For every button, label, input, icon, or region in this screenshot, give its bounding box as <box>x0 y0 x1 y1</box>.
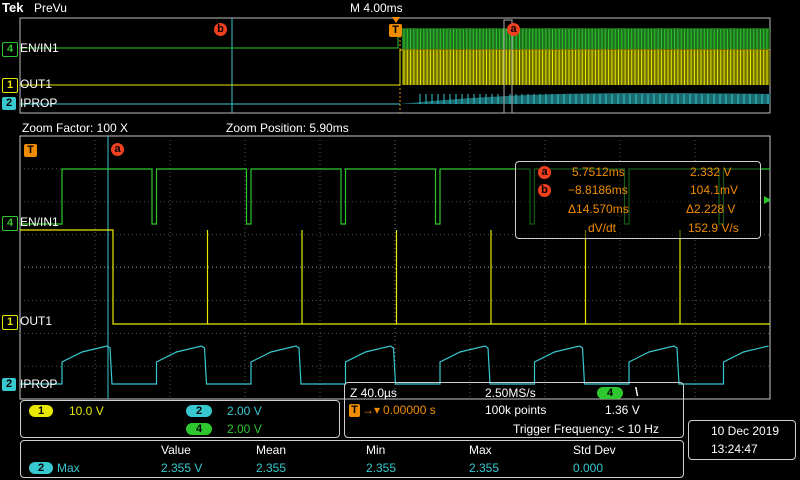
cursor-a-value: 2.332 V <box>690 165 732 179</box>
ch4-label: EN/IN1 <box>20 215 59 229</box>
meas-min: 2.355 <box>366 461 397 475</box>
meas-mean: 2.355 <box>256 461 287 475</box>
scale-ch1-badge: 1 <box>29 405 53 417</box>
cursor-b-value: 104.1mV <box>690 183 739 197</box>
zoom-timescale: Z 40.0µs <box>350 386 397 400</box>
trigger-source-badge: 4 <box>597 387 623 399</box>
scale-ch4-badge: 4 <box>186 423 212 435</box>
meas-value: 2.355 V <box>161 461 203 475</box>
trigger-position-arrow-icon: →▾ <box>362 403 381 417</box>
clock-time: 13:24:47 <box>711 442 758 456</box>
ch1-badge[interactable]: 1 <box>2 315 18 330</box>
acquisition-panel[interactable]: Z 40.0µs 2.50MS/s 4 \ T →▾ 0.00000 s 100… <box>344 382 684 438</box>
zoom-factor: Zoom Factor: 100 X <box>22 121 129 135</box>
meas-stddev: 0.000 <box>573 461 604 475</box>
zoom-position: Zoom Position: 5.90ms <box>226 121 349 135</box>
main-trigger-marker[interactable]: T <box>24 144 37 157</box>
cursor-b-time: −8.8186ms <box>568 183 628 197</box>
scale-ch4-value: 2.00 V <box>227 422 262 436</box>
clock-panel: 10 Dec 2019 13:24:47 <box>688 420 796 460</box>
meas-max: 2.355 <box>469 461 500 475</box>
scale-ch2-badge: 2 <box>186 405 212 417</box>
sample-rate: 2.50MS/s <box>485 386 536 400</box>
cursor-readout-panel[interactable]: a 5.7512ms 2.332 V b −8.8186ms 104.1mV Δ… <box>515 161 761 239</box>
meas-header-stddev: Std Dev <box>573 443 616 457</box>
trigger-position: 0.00000 s <box>383 403 436 417</box>
cursor-a-time: 5.7512ms <box>572 165 625 179</box>
ch4-badge[interactable]: 4 <box>2 216 18 231</box>
ch2-badge[interactable]: 2 <box>2 378 16 391</box>
overview-ch2-label: IPROP <box>20 96 58 110</box>
delta-time: Δ14.570ms <box>568 202 629 216</box>
meas-header-max: Max <box>469 443 492 457</box>
overview-ch2-badge[interactable]: 2 <box>2 97 16 110</box>
ch2-trace <box>20 345 769 385</box>
readout-cursor-b-marker: b <box>538 184 551 197</box>
meas-label: Max <box>57 461 80 475</box>
trigger-slope-icon: \ <box>635 385 639 399</box>
ch2-label: IPROP <box>20 377 58 391</box>
measurement-panel[interactable]: Value Mean Min Max Std Dev 2 Max 2.355 V… <box>20 440 684 478</box>
overview-ch4-badge[interactable]: 4 <box>2 42 18 57</box>
readout-cursor-a-marker: a <box>538 166 551 179</box>
meas-header-mean: Mean <box>256 443 287 457</box>
slope-label: dV/dt <box>588 221 617 235</box>
main-cursor-a-marker[interactable]: a <box>111 143 124 156</box>
overview-trigger-marker[interactable]: T <box>389 24 402 37</box>
ch1-label: OUT1 <box>20 314 53 328</box>
clock-date: 10 Dec 2019 <box>711 424 780 438</box>
meas-header-min: Min <box>366 443 386 457</box>
trigger-level: 1.36 V <box>605 403 640 417</box>
channel-scale-panel[interactable]: 1 10.0 V 2 2.00 V 4 2.00 V <box>20 400 340 438</box>
overview-cursor-a-marker[interactable]: a <box>507 23 520 36</box>
delta-value: Δ2.228 V <box>686 202 736 216</box>
overview-ch1-badge[interactable]: 1 <box>2 78 18 93</box>
overview-trigger-arrow <box>392 17 400 23</box>
overview-cursor-b-marker[interactable]: b <box>214 23 227 36</box>
record-length: 100k points <box>485 403 547 417</box>
overview-ch1-label: OUT1 <box>20 77 53 91</box>
slope-value: 152.9 V/s <box>688 221 739 235</box>
overview-ch4-label: EN/IN1 <box>20 41 59 55</box>
meas-channel-badge: 2 <box>29 462 53 474</box>
meas-header-value: Value <box>161 443 191 457</box>
trigger-position-marker: T <box>349 404 360 417</box>
scale-ch2-value: 2.00 V <box>227 404 262 418</box>
scale-ch1-value: 10.0 V <box>69 404 104 418</box>
trigger-frequency: Trigger Frequency: < 10 Hz <box>513 422 659 436</box>
